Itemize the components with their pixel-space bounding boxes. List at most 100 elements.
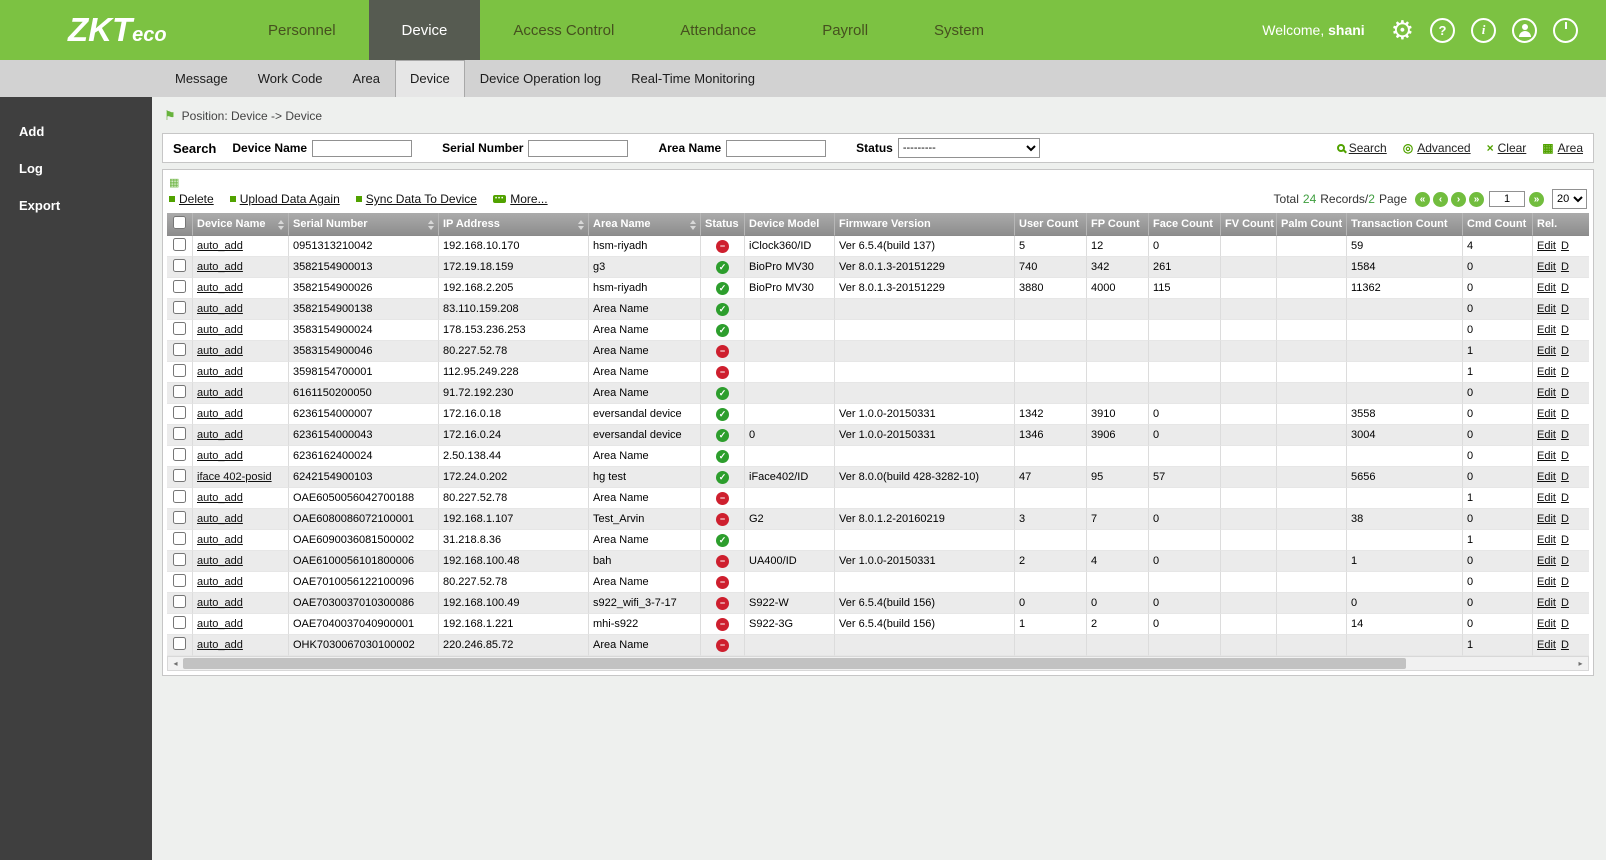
delete-link[interactable]: D [1561,387,1569,399]
info-icon[interactable]: i [1471,17,1496,43]
delete-action[interactable]: Delete [169,192,214,206]
edit-link[interactable]: Edit [1537,324,1556,336]
delete-link[interactable]: D [1561,450,1569,462]
device-name-link[interactable]: auto_add [197,303,243,315]
scroll-thumb[interactable] [183,658,1407,669]
delete-link[interactable]: D [1561,303,1569,315]
sort-icon[interactable] [428,220,434,230]
sync-data-to-device-action[interactable]: Sync Data To Device [355,192,477,206]
edit-link[interactable]: Edit [1537,261,1556,273]
row-checkbox[interactable] [173,280,186,293]
serial-number-input[interactable] [528,139,629,157]
nav-tab-personnel[interactable]: Personnel [235,0,369,60]
scroll-track[interactable] [183,657,1573,670]
delete-link[interactable]: D [1561,345,1569,357]
status-select[interactable]: --------- [897,138,1040,158]
subtab-work-code[interactable]: Work Code [243,60,338,97]
row-checkbox[interactable] [173,532,186,545]
device-name-link[interactable]: auto_add [197,513,243,525]
row-checkbox[interactable] [173,616,186,629]
device-name-link[interactable]: auto_add [197,597,243,609]
device-name-link[interactable]: auto_add [197,261,243,273]
edit-link[interactable]: Edit [1537,282,1556,294]
nav-tab-device[interactable]: Device [368,0,481,60]
column-header-rel[interactable]: Rel. [1533,213,1589,236]
delete-link[interactable]: D [1561,240,1569,252]
delete-link[interactable]: D [1561,618,1569,630]
sort-icon[interactable] [278,220,284,230]
edit-link[interactable]: Edit [1537,513,1556,525]
upload-data-again-action[interactable]: Upload Data Again [229,192,340,206]
grid-icon[interactable]: ▦ [169,177,179,189]
device-name-link[interactable]: auto_add [197,240,243,252]
device-name-link[interactable]: auto_add [197,282,243,294]
column-header-transaction-count[interactable]: Transaction Count [1347,213,1463,236]
edit-link[interactable]: Edit [1537,597,1556,609]
first-page-button[interactable]: « [1415,191,1430,207]
device-name-link[interactable]: auto_add [197,576,243,588]
delete-link[interactable]: D [1561,429,1569,441]
delete-link[interactable]: D [1561,534,1569,546]
delete-link[interactable]: D [1561,576,1569,588]
column-header-status[interactable]: Status [701,213,745,236]
more-action[interactable]: ••• More... [492,192,548,206]
edit-link[interactable]: Edit [1537,639,1556,651]
row-checkbox[interactable] [173,238,186,251]
row-checkbox[interactable] [173,406,186,419]
nav-tab-access-control[interactable]: Access Control [480,0,647,60]
nav-tab-system[interactable]: System [901,0,1017,60]
row-checkbox[interactable] [173,364,186,377]
device-name-link[interactable]: auto_add [197,450,243,462]
subtab-device[interactable]: Device [395,60,465,97]
subtab-real-time-monitoring[interactable]: Real-Time Monitoring [616,60,770,97]
area-link[interactable]: ▦ Area [1542,141,1583,155]
edit-link[interactable]: Edit [1537,534,1556,546]
area-name-input[interactable] [726,139,827,157]
row-checkbox[interactable] [173,259,186,272]
select-all-checkbox[interactable] [173,216,186,229]
sidebar-item-export[interactable]: Export [0,187,152,224]
nav-tab-attendance[interactable]: Attendance [647,0,789,60]
power-icon[interactable] [1553,17,1578,43]
edit-link[interactable]: Edit [1537,471,1556,483]
delete-link[interactable]: D [1561,555,1569,567]
column-header-user-count[interactable]: User Count [1015,213,1087,236]
subtab-area[interactable]: Area [338,60,395,97]
device-name-link[interactable]: auto_add [197,366,243,378]
advanced-link[interactable]: ◎ Advanced [1403,141,1471,155]
horizontal-scrollbar[interactable]: ◂ ▸ [167,656,1589,671]
edit-link[interactable]: Edit [1537,366,1556,378]
delete-link[interactable]: D [1561,639,1569,651]
last-page-button[interactable]: » [1469,191,1484,207]
column-header-device-model[interactable]: Device Model [745,213,835,236]
row-checkbox[interactable] [173,469,186,482]
device-name-link[interactable]: auto_add [197,324,243,336]
delete-link[interactable]: D [1561,366,1569,378]
edit-link[interactable]: Edit [1537,345,1556,357]
row-checkbox[interactable] [173,427,186,440]
row-checkbox[interactable] [173,385,186,398]
device-name-link[interactable]: auto_add [197,639,243,651]
sort-icon[interactable] [690,220,696,230]
delete-link[interactable]: D [1561,261,1569,273]
row-checkbox[interactable] [173,574,186,587]
device-name-link[interactable]: auto_add [197,345,243,357]
sidebar-item-log[interactable]: Log [0,150,152,187]
device-name-link[interactable]: iface 402-posid [197,471,272,483]
scroll-left-icon[interactable]: ◂ [168,659,183,668]
column-header-firmware-version[interactable]: Firmware Version [835,213,1015,236]
edit-link[interactable]: Edit [1537,408,1556,420]
row-checkbox[interactable] [173,511,186,524]
edit-link[interactable]: Edit [1537,240,1556,252]
column-header-ip-address[interactable]: IP Address [439,213,589,236]
delete-link[interactable]: D [1561,282,1569,294]
delete-link[interactable]: D [1561,471,1569,483]
next-page-button[interactable]: › [1451,191,1466,207]
edit-link[interactable]: Edit [1537,576,1556,588]
delete-link[interactable]: D [1561,597,1569,609]
device-name-link[interactable]: auto_add [197,534,243,546]
gear-icon[interactable]: ⚙ [1391,17,1414,43]
go-page-button[interactable]: » [1529,191,1544,207]
device-name-link[interactable]: auto_add [197,408,243,420]
user-icon[interactable] [1512,17,1537,43]
